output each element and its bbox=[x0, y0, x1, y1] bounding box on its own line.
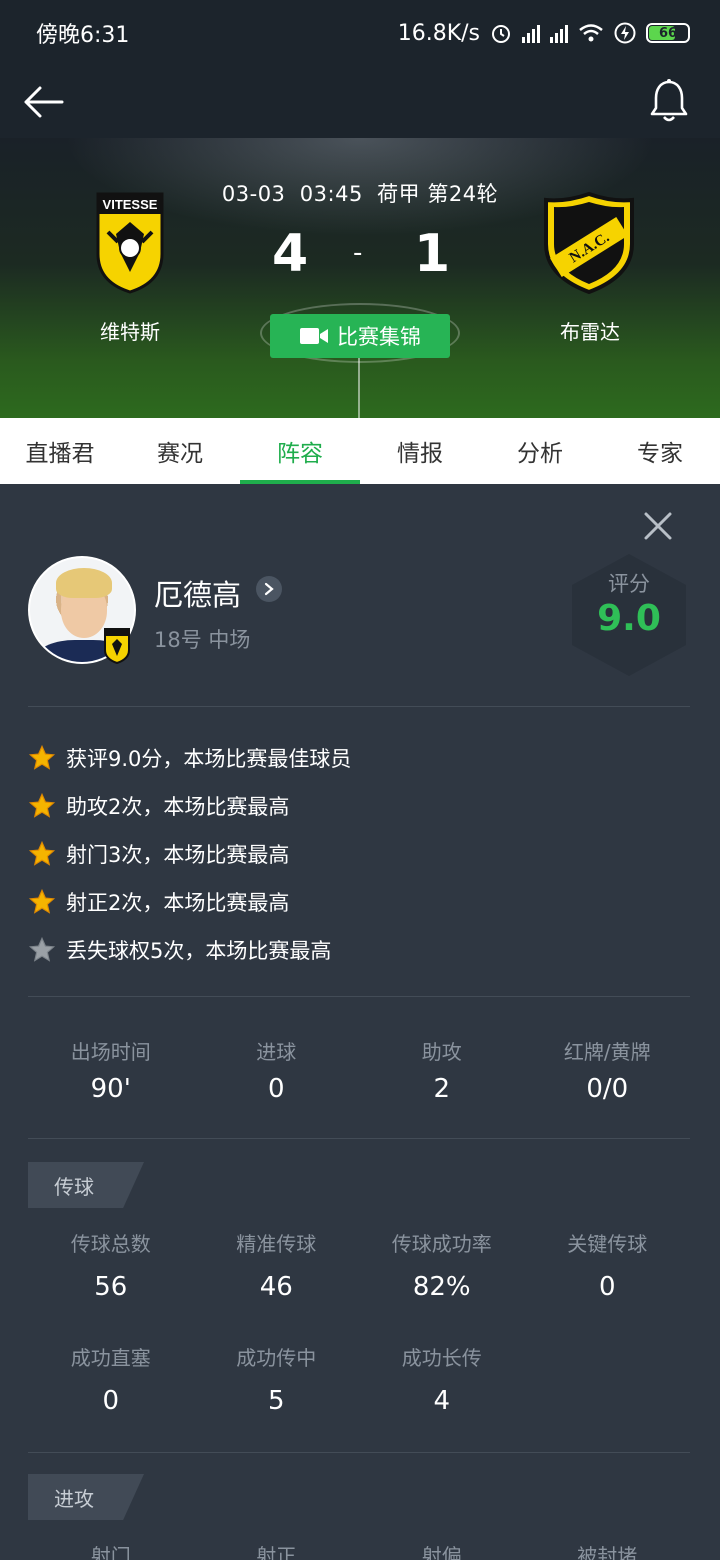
match-league: 荷甲 bbox=[377, 182, 421, 206]
status-time: 傍晚6:31 bbox=[36, 23, 130, 48]
top-bar: 傍晚6:31 16.8K/s 66 bbox=[0, 0, 720, 138]
video-camera-icon bbox=[300, 328, 328, 344]
tab-live[interactable]: 直播君 bbox=[0, 418, 120, 484]
achievement-item: 获评9.0分，本场比赛最佳球员 bbox=[28, 734, 690, 782]
achievement-item: 助攻2次，本场比赛最高 bbox=[28, 782, 690, 830]
section-passing: 传球 bbox=[28, 1162, 144, 1208]
stat-shots-off-target: 射偏 bbox=[421, 1544, 462, 1560]
tab-experts[interactable]: 专家 bbox=[600, 418, 720, 484]
player-info: 18号 中场 bbox=[154, 628, 251, 652]
achievement-item: 射正2次，本场比赛最高 bbox=[28, 878, 690, 926]
achievement-item: 射门3次，本场比赛最高 bbox=[28, 830, 690, 878]
match-time: 03:45 bbox=[299, 182, 363, 206]
network-speed: 16.8K/s bbox=[397, 20, 480, 46]
divider bbox=[28, 1138, 690, 1139]
score-separator: - bbox=[353, 238, 363, 268]
signal-icon-1 bbox=[522, 23, 540, 43]
stat-accurate-passes: 精准传球 46 bbox=[236, 1232, 317, 1302]
nav-bar bbox=[0, 66, 720, 138]
gold-star-icon bbox=[28, 888, 56, 914]
attack-stats-row-1: 射门 射正 射偏 被封堵 bbox=[28, 1540, 690, 1560]
home-team-name[interactable]: 维特斯 bbox=[50, 316, 210, 345]
back-arrow-icon[interactable] bbox=[22, 80, 66, 124]
tab-analysis[interactable]: 分析 bbox=[480, 418, 600, 484]
match-header: 03-03 03:45 荷甲 第24轮 VITESSE N.A.C. 4 - 1… bbox=[0, 138, 720, 418]
divider bbox=[28, 706, 690, 707]
highlights-button[interactable]: 比赛集锦 bbox=[270, 314, 450, 358]
match-date: 03-03 bbox=[221, 182, 286, 206]
status-bar: 傍晚6:31 16.8K/s 66 bbox=[0, 0, 720, 66]
stat-pass-accuracy: 传球成功率 82% bbox=[391, 1232, 492, 1302]
stat-key-passes: 关键传球 0 bbox=[567, 1232, 648, 1302]
achievement-list: 获评9.0分，本场比赛最佳球员 助攻2次，本场比赛最高 射门3次，本场比赛最高 … bbox=[28, 734, 690, 974]
gold-star-icon bbox=[28, 840, 56, 866]
stat-minutes: 出场时间 90' bbox=[70, 1040, 151, 1104]
highlights-label: 比赛集锦 bbox=[337, 325, 421, 349]
club-badge-icon bbox=[104, 628, 130, 664]
stat-blocked-shots: 被封堵 bbox=[577, 1544, 638, 1560]
player-detail-arrow[interactable] bbox=[256, 576, 282, 602]
stat-shots: 射门 bbox=[90, 1544, 131, 1560]
away-team-logo[interactable]: N.A.C. bbox=[542, 192, 636, 294]
tab-lineup[interactable]: 阵容 bbox=[240, 418, 360, 484]
passing-stats-row-2: 成功直塞 0 成功传中 5 成功长传 4 bbox=[28, 1342, 690, 1416]
close-icon[interactable] bbox=[640, 508, 676, 544]
stat-through-balls: 成功直塞 0 bbox=[70, 1346, 151, 1416]
rating-label: 评分 bbox=[608, 572, 650, 596]
tab-bar: 直播君 赛况 阵容 情报 分析 专家 bbox=[0, 418, 720, 484]
home-score: 4 bbox=[272, 224, 309, 284]
stat-total-passes: 传球总数 56 bbox=[70, 1232, 151, 1302]
player-name[interactable]: 厄德高 bbox=[154, 572, 241, 614]
svg-text:VITESSE: VITESSE bbox=[103, 197, 158, 212]
stat-shots-on-target: 射正 bbox=[256, 1544, 297, 1560]
gray-star-icon bbox=[28, 936, 56, 962]
stat-crosses: 成功传中 5 bbox=[236, 1346, 317, 1416]
achievement-item: 丢失球权5次，本场比赛最高 bbox=[28, 926, 690, 974]
alarm-icon bbox=[492, 25, 510, 43]
gold-star-icon bbox=[28, 744, 56, 770]
status-icons: 16.8K/s 66 bbox=[398, 21, 690, 46]
signal-icon-2 bbox=[550, 23, 568, 43]
passing-stats-row-1: 传球总数 56 精准传球 46 传球成功率 82% 关键传球 0 bbox=[28, 1228, 690, 1302]
rating-value: 9.0 bbox=[597, 598, 661, 639]
player-card: 厄德高 18号 中场 评分 9.0 获评9.0分，本场比赛最佳球员 助攻2次，本… bbox=[0, 484, 720, 1560]
bell-icon[interactable] bbox=[648, 78, 690, 124]
away-score: 1 bbox=[414, 224, 451, 284]
home-team-logo[interactable]: VITESSE bbox=[96, 192, 164, 294]
tab-intel[interactable]: 情报 bbox=[360, 418, 480, 484]
battery-icon: 66 bbox=[646, 23, 690, 43]
chevron-right-icon bbox=[264, 582, 274, 596]
stat-goals: 进球 0 bbox=[256, 1040, 297, 1104]
away-team-name[interactable]: 布雷达 bbox=[510, 316, 670, 345]
divider bbox=[28, 996, 690, 997]
gold-star-icon bbox=[28, 792, 56, 818]
divider bbox=[28, 1452, 690, 1453]
stat-assists: 助攻 2 bbox=[421, 1040, 462, 1104]
charging-icon bbox=[614, 22, 636, 44]
summary-stats: 出场时间 90' 进球 0 助攻 2 红牌/黄牌 0/0 bbox=[28, 1036, 690, 1104]
wifi-icon bbox=[579, 24, 603, 42]
stat-long-balls: 成功长传 4 bbox=[401, 1346, 482, 1416]
tab-match-status[interactable]: 赛况 bbox=[120, 418, 240, 484]
section-attack: 进攻 bbox=[28, 1474, 144, 1520]
match-round: 第24轮 bbox=[427, 182, 499, 206]
stat-cards: 红牌/黄牌 0/0 bbox=[563, 1040, 651, 1104]
